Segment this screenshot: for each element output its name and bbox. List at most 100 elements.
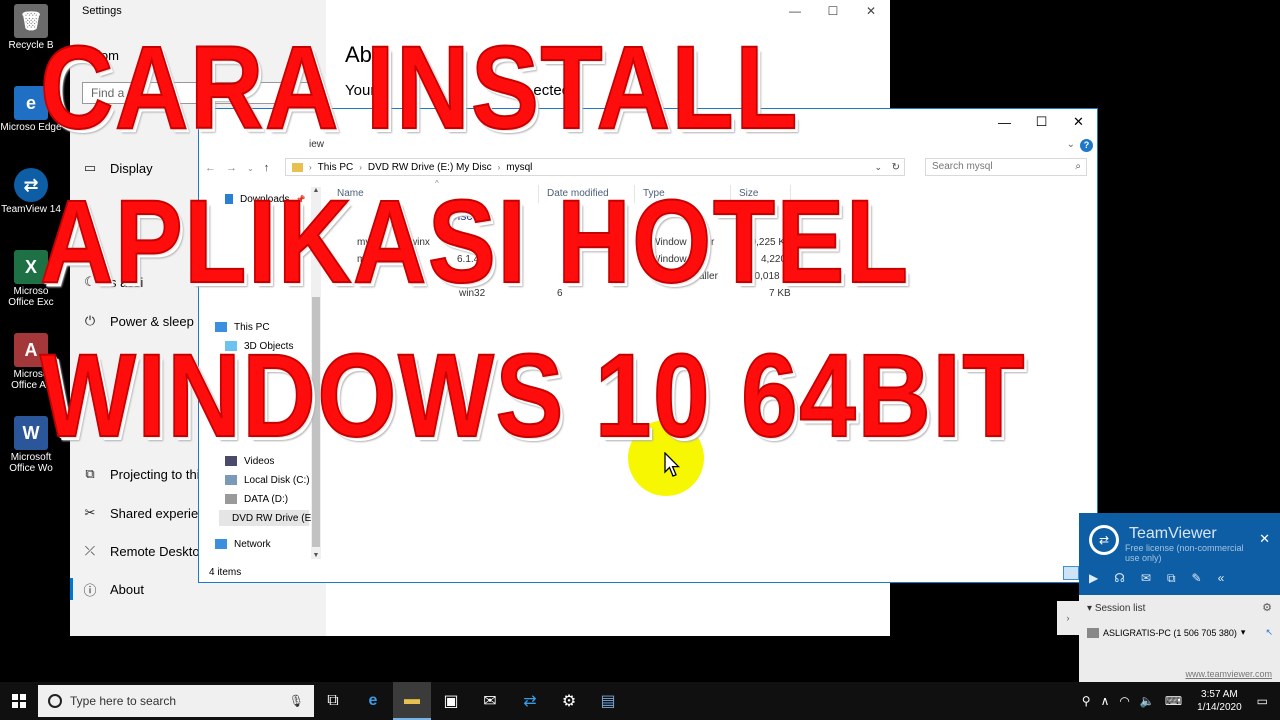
ribbon-tab-view[interactable]: iew [309,139,324,150]
mouse-cursor-icon [664,452,680,477]
minimize-button[interactable]: — [776,0,814,22]
scrollbar-thumb[interactable] [312,297,320,547]
video-icon[interactable]: ▶ [1089,571,1098,586]
group-header[interactable]: Disc ( [449,209,480,223]
page-title: Abo [345,42,385,67]
close-button[interactable]: ✕ [1060,109,1097,135]
session-list-header[interactable]: ▾ Session list [1087,603,1145,614]
language-icon[interactable]: ⌨ [1165,694,1182,708]
maximize-button[interactable]: ☐ [814,0,852,22]
file-explorer-icon[interactable]: ▬ [393,682,431,720]
settings-gear-icon[interactable]: ⚙ [550,682,588,720]
settings-nav-shared-experiences[interactable]: ✂ Shared experienc [82,503,212,523]
scroll-up-icon[interactable]: ▲ [311,187,321,194]
chat-icon[interactable]: ✉ [1141,571,1151,586]
files-icon[interactable]: ⧉ [1167,571,1176,586]
address-bar[interactable]: › This PC › DVD RW Drive (E:) My Disc › … [285,158,905,176]
close-icon[interactable]: ✕ [1259,531,1270,547]
breadcrumb-dvd-drive[interactable]: DVD RW Drive (E:) My Disc [368,162,492,173]
chevron-down-icon[interactable]: ⌄ [1067,139,1075,150]
table-row[interactable]: mysql 6.1.4-w PM Window 4,220 KB [337,252,802,269]
maximize-button[interactable]: ☐ [1023,109,1060,135]
search-icon: ⌕ [1075,161,1081,172]
refresh-icon[interactable]: ↻ [892,162,900,173]
settings-home-link[interactable]: lom [98,48,119,63]
show-hidden-icons-icon[interactable]: ∧ [1101,694,1110,708]
microphone-icon[interactable]: 🎙 [289,694,304,708]
minimize-button[interactable]: — [986,109,1023,135]
clock[interactable]: 3:57 AM 1/14/2020 [1197,688,1242,714]
nav-scrollbar[interactable]: ▲ ▼ [311,187,321,559]
teamviewer-website-link[interactable]: www.teamviewer.com [1185,669,1272,679]
chevron-down-icon[interactable]: ▾ [1241,627,1246,638]
table-row[interactable]: win32 PM Window aller 40,018 KB [337,269,797,286]
close-button[interactable]: ✕ [852,0,890,22]
mail-icon[interactable]: ✉ [471,682,509,720]
table-row[interactable]: win32 6 7 KB [337,286,797,303]
column-header-date-modified[interactable]: Date modified [539,185,635,203]
pin-icon[interactable]: 📌 [295,195,305,204]
table-row[interactable]: my 5-winx M Window ller 00,225 KB [337,235,797,252]
teamviewer-icon[interactable]: ⇄ [511,682,549,720]
system-tray: ⚲ ∧ ◠ 🔈 ⌨ 3:57 AM 1/14/2020 ▭ [1077,682,1280,720]
scroll-down-icon[interactable]: ▼ [311,552,321,559]
people-icon[interactable]: ⚲ [1082,694,1091,708]
windows-logo-icon [12,694,26,708]
teamviewer-collapse-tab[interactable]: › [1057,601,1079,635]
drive-icon [225,494,237,504]
details-view-button[interactable] [1063,566,1079,580]
session-item[interactable]: ASLIGRATIS-PC (1 506 705 380) ▾ ↖ [1087,627,1273,638]
recent-dropdown-icon[interactable]: ⌄ [247,164,254,173]
address-dropdown-icon[interactable]: ⌄ [874,162,882,173]
volume-icon[interactable]: 🔈 [1140,694,1155,708]
settings-nav-remote-desktop[interactable]: ⤫ Remote Desktop [82,541,207,561]
start-button[interactable] [0,682,38,720]
installer-icon[interactable]: ▤ [589,682,627,720]
settings-find-input[interactable]: Find a [82,82,314,104]
column-header-name[interactable]: Name [329,185,539,203]
desktop-icon-word[interactable]: W Microsoft Office Wo [0,416,62,474]
nav-item-local-disk-c[interactable]: Local Disk (C:) [225,472,310,488]
tools-icon[interactable]: ✎ [1192,571,1202,586]
nav-item-this-pc[interactable]: This PC [215,319,270,335]
nav-item-downloads[interactable]: Downloads 📌 [225,191,305,207]
settings-nav-projecting[interactable]: ⧉ Projecting to this [82,464,206,484]
column-header-size[interactable]: Size [731,185,791,203]
nav-item-data-d[interactable]: DATA (D:) [225,491,288,507]
up-arrow-icon[interactable]: ↑ [264,162,270,174]
column-header-type[interactable]: Type [635,185,731,203]
nav-item-videos[interactable]: Videos [225,453,274,469]
headset-icon[interactable]: ☊ [1114,571,1125,586]
forward-arrow-icon[interactable]: → [226,162,237,174]
desktop-icon-teamviewer[interactable]: ⇄ TeamView 14 [0,168,62,215]
nav-item-dvd-drive[interactable]: DVD RW Drive (E [219,510,311,526]
store-icon[interactable]: ▣ [432,682,470,720]
taskbar-search-input[interactable]: Type here to search 🎙 [38,685,314,717]
task-view-icon[interactable]: ⧉ [314,682,352,720]
settings-nav-display[interactable]: ▭ Display [82,158,153,178]
help-icon[interactable]: ? [1080,139,1093,152]
settings-nav-power[interactable]: ⏻ Power & sleep [82,311,194,331]
breadcrumb-mysql[interactable]: mysql [506,162,532,173]
nav-item-network[interactable]: Network [215,536,271,552]
breadcrumb-this-pc[interactable]: This PC [318,162,354,173]
desktop-icon-excel[interactable]: X Microso Office Exc [0,250,62,308]
back-arrow-icon[interactable]: ← [205,162,216,174]
desktop-icon-recycle-bin[interactable]: 🗑 Recycle B [0,4,62,51]
pointer-icon[interactable]: ↖ [1265,627,1273,638]
desktop-icon-access[interactable]: A Microso Office Ac [0,333,62,391]
desktop-icon-edge[interactable]: e Microso Edge [0,86,62,133]
double-chevron-left-icon[interactable]: « [1218,571,1225,586]
settings-nav-focus-assist[interactable]: ☾ s assi [82,272,143,292]
settings-nav-about[interactable]: ⓘ About [82,579,144,599]
action-center-icon[interactable]: ▭ [1257,694,1268,708]
nav-item-3d-objects[interactable]: 3D Objects [225,338,293,354]
network-icon[interactable]: ◠ [1119,694,1129,708]
teamviewer-icon: ⇄ [14,168,48,202]
edge-icon[interactable]: e [354,682,392,720]
settings-titlebar: Settings — ☐ ✕ [70,0,890,22]
recycle-bin-icon: 🗑 [14,4,48,38]
gear-icon[interactable]: ⚙ [1262,601,1272,614]
status-bar-item-count: 4 items [209,567,242,578]
search-input[interactable]: Search mysql ⌕ [925,158,1087,176]
